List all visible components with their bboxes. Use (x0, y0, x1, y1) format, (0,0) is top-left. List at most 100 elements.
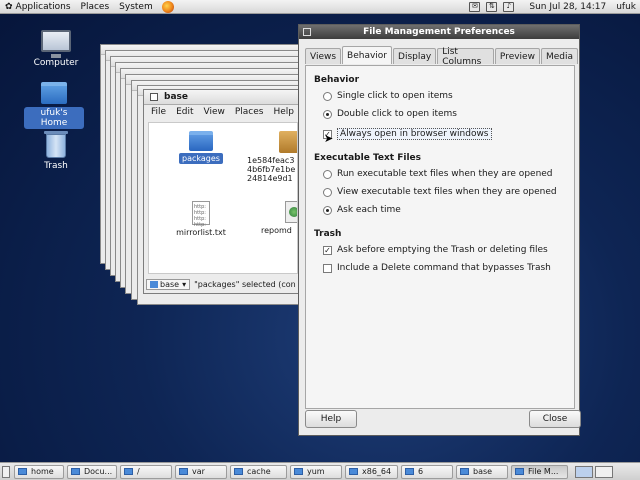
file-item-repomd[interactable]: repomd (261, 201, 297, 235)
trash-heading: Trash (314, 229, 342, 239)
menu-places[interactable]: Places (230, 107, 269, 117)
task-cache[interactable]: cache (230, 464, 287, 479)
user-menu[interactable]: ufuk (616, 2, 636, 12)
desktop-trash[interactable]: Trash (26, 131, 86, 171)
applications-menu[interactable]: ✿ Applications (0, 0, 76, 14)
file-label: repomd (261, 226, 292, 235)
view-executable-label: View executable text files when they are… (337, 187, 557, 197)
desktop-trash-label: Trash (44, 161, 68, 171)
task-label: File M... (528, 467, 559, 476)
task-x86-64[interactable]: x86_64 (345, 464, 398, 479)
file-manager-menubar: File Edit View Places Help (144, 105, 300, 119)
file-manager-titlebar[interactable]: base (144, 90, 300, 105)
task-label: var (192, 467, 205, 476)
location-combo-label: base (160, 279, 180, 289)
file-label: 1e584feac3 (247, 156, 295, 165)
tab-display[interactable]: Display (393, 48, 437, 64)
window-menu-icon[interactable] (303, 28, 311, 36)
trash-icon (44, 131, 68, 158)
computer-icon (41, 30, 71, 58)
file-label: packages (179, 153, 223, 164)
folder-icon (124, 468, 133, 475)
window-menu-icon[interactable] (150, 93, 158, 101)
ask-before-emptying-checkbox[interactable]: ✓ Ask before emptying the Trash or delet… (323, 245, 548, 255)
menu-file[interactable]: File (146, 107, 171, 117)
ask-each-time-label: Ask each time (337, 205, 401, 215)
preferences-dialog[interactable]: File Management Preferences Views Behavi… (298, 24, 581, 436)
task-label: / (137, 467, 140, 476)
file-label: 4b6fb7e1be (247, 165, 296, 174)
task-var[interactable]: var (175, 464, 227, 479)
location-combo[interactable]: base ▾ (146, 278, 191, 290)
task-home[interactable]: home (14, 464, 64, 479)
run-executable-radio[interactable]: Run executable text files when they are … (323, 169, 553, 179)
radio-indicator (323, 169, 332, 179)
task-root[interactable]: / (120, 464, 172, 479)
firefox-launcher-icon[interactable] (161, 0, 174, 13)
menu-help[interactable]: Help (268, 107, 299, 117)
show-desktop-icon[interactable] (2, 465, 10, 478)
file-item-hash[interactable]: 1e584feac3 4b6fb7e1be 24814e9d1 (247, 131, 297, 183)
applications-menu-label: Applications (15, 1, 71, 12)
double-click-radio[interactable]: Double click to open items (323, 109, 457, 119)
preferences-title: File Management Preferences (363, 27, 515, 37)
file-item-packages[interactable]: packages (171, 131, 231, 164)
mail-icon[interactable]: ✉ (469, 1, 481, 12)
include-delete-label: Include a Delete command that bypasses T… (337, 263, 551, 273)
menu-view[interactable]: View (199, 107, 230, 117)
workspace-1[interactable] (575, 465, 593, 478)
behavior-heading: Behavior (314, 75, 360, 85)
folder-icon (150, 280, 158, 288)
task-documents[interactable]: Docu... (67, 464, 117, 479)
volume-icon[interactable]: ♪ (503, 1, 515, 12)
package-icon (279, 131, 297, 153)
text-file-icon: http: http: http: http: (192, 201, 210, 228)
include-delete-checkbox[interactable]: Include a Delete command that bypasses T… (323, 263, 551, 273)
system-menu[interactable]: System (114, 0, 158, 14)
file-manager-statusbar: base ▾ "packages" selected (con (146, 277, 298, 291)
folder-icon (405, 468, 414, 475)
task-base[interactable]: base (456, 464, 508, 479)
tab-preview[interactable]: Preview (494, 48, 540, 64)
task-label: Docu... (84, 467, 113, 476)
close-button[interactable]: Close (529, 410, 581, 428)
tab-list-columns[interactable]: List Columns (437, 47, 494, 67)
folder-icon (349, 468, 358, 475)
network-icon[interactable]: ⇅ (486, 1, 498, 12)
task-yum[interactable]: yum (290, 464, 342, 479)
places-menu[interactable]: Places (76, 0, 115, 14)
desktop-computer-label: Computer (33, 58, 79, 68)
file-manager-window[interactable]: base File Edit View Places Help packages… (143, 89, 301, 294)
task-6[interactable]: 6 (401, 464, 453, 479)
tab-behavior[interactable]: Behavior (342, 46, 393, 64)
desktop-home[interactable]: ufuk's Home (24, 82, 84, 129)
folder-icon (460, 468, 469, 475)
preferences-tabs: Views Behavior Display List Columns Prev… (305, 46, 579, 67)
task-file-management[interactable]: File M... (511, 464, 568, 479)
single-click-radio[interactable]: Single click to open items (323, 91, 453, 101)
help-button[interactable]: Help (305, 410, 357, 428)
task-label: home (31, 467, 54, 476)
file-view[interactable]: packages 1e584feac3 4b6fb7e1be 24814e9d1… (148, 122, 298, 274)
view-executable-radio[interactable]: View executable text files when they are… (323, 187, 557, 197)
task-label: cache (247, 467, 271, 476)
run-executable-label: Run executable text files when they are … (337, 169, 553, 179)
workspace-2[interactable] (595, 465, 613, 478)
preferences-titlebar[interactable]: File Management Preferences (299, 25, 579, 39)
preferences-icon (515, 468, 524, 475)
tab-views[interactable]: Views (305, 48, 342, 64)
folder-icon (189, 131, 213, 151)
menu-edit[interactable]: Edit (171, 107, 198, 117)
radio-indicator (323, 109, 332, 119)
ask-each-time-radio[interactable]: Ask each time (323, 205, 401, 215)
file-item-mirrorlist[interactable]: http: http: http: http: mirrorlist.txt (171, 201, 231, 237)
clock[interactable]: Sun Jul 28, 14:17 (529, 2, 606, 12)
folder-icon (294, 468, 303, 475)
desktop-computer[interactable]: Computer (26, 30, 86, 68)
home-folder-icon (41, 82, 67, 104)
folder-icon (18, 468, 27, 475)
tab-media[interactable]: Media (540, 48, 578, 64)
behavior-panel: Behavior Single click to open items Doub… (305, 65, 575, 409)
browser-windows-checkbox[interactable]: ✓ Always open in browser windows (323, 128, 492, 140)
task-label: 6 (418, 467, 424, 476)
